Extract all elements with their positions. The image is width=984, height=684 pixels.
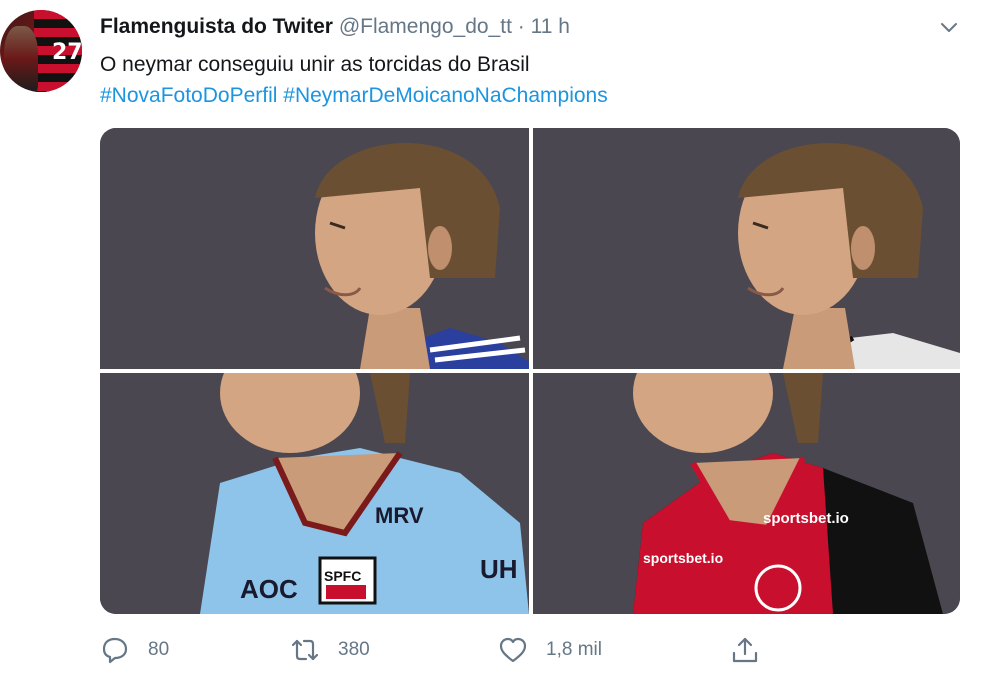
photo-player-blue-jersey[interactable]: [100, 128, 529, 369]
heart-icon: [499, 637, 527, 663]
avatar-jersey-number: 27: [52, 40, 82, 65]
share-icon: [732, 637, 758, 663]
reply-button[interactable]: 80: [100, 632, 169, 668]
retweet-button[interactable]: 380: [290, 632, 370, 668]
tweet-hashtags: #NovaFotoDoPerfil #NeymarDeMoicanoNaCham…: [100, 81, 608, 111]
tweet-header: Flamenguista do Twiter @Flamengo_do_tt ·…: [100, 14, 570, 40]
chevron-down-icon[interactable]: [938, 16, 960, 38]
photo-player-red-black-jersey[interactable]: sportsbet.io sportsbet.io: [533, 373, 960, 614]
player-illustration: [100, 128, 529, 369]
like-button[interactable]: 1,8 mil: [498, 632, 602, 668]
hashtag-link[interactable]: #NovaFotoDoPerfil: [100, 84, 277, 107]
sponsor-sportsbet: sportsbet.io: [763, 510, 849, 527]
user-handle[interactable]: @Flamengo_do_tt: [339, 15, 512, 38]
player-illustration: sportsbet.io sportsbet.io: [533, 373, 960, 614]
sponsor-mrv: MRV: [375, 503, 424, 528]
hashtag-link[interactable]: #NeymarDeMoicanoNaChampions: [283, 84, 607, 107]
display-name[interactable]: Flamenguista do Twiter: [100, 15, 333, 38]
share-button[interactable]: [730, 632, 778, 668]
tweet[interactable]: 27 Flamenguista do Twiter @Flamengo_do_t…: [0, 0, 984, 684]
avatar-person: [4, 26, 38, 92]
player-illustration: [533, 128, 960, 369]
header-separator: ·: [517, 15, 525, 38]
retweet-icon: [291, 639, 319, 661]
photo-player-white-jersey[interactable]: [533, 128, 960, 369]
reply-icon: [102, 637, 128, 664]
retweet-count: 380: [338, 639, 370, 660]
sponsor-sportsbet: sportsbet.io: [643, 550, 723, 566]
sponsor-uh: UH: [480, 554, 518, 584]
photo-player-light-blue-jersey[interactable]: MRV AOC UH SPFC: [100, 373, 529, 614]
player-illustration: MRV AOC UH SPFC: [100, 373, 529, 614]
avatar[interactable]: 27: [0, 10, 82, 92]
tweet-text: O neymar conseguiu unir as torcidas do B…: [100, 53, 530, 76]
tweet-timestamp[interactable]: 11 h: [531, 15, 570, 38]
reply-count: 80: [148, 639, 170, 660]
tweet-actions: 80 380 1,8 mil: [100, 632, 960, 668]
crest-spfc: SPFC: [324, 568, 361, 584]
like-count: 1,8 mil: [546, 639, 602, 660]
sponsor-aoc: AOC: [240, 574, 298, 604]
media-grid: MRV AOC UH SPFC sportsbet.io sportsbet.i…: [100, 128, 960, 614]
